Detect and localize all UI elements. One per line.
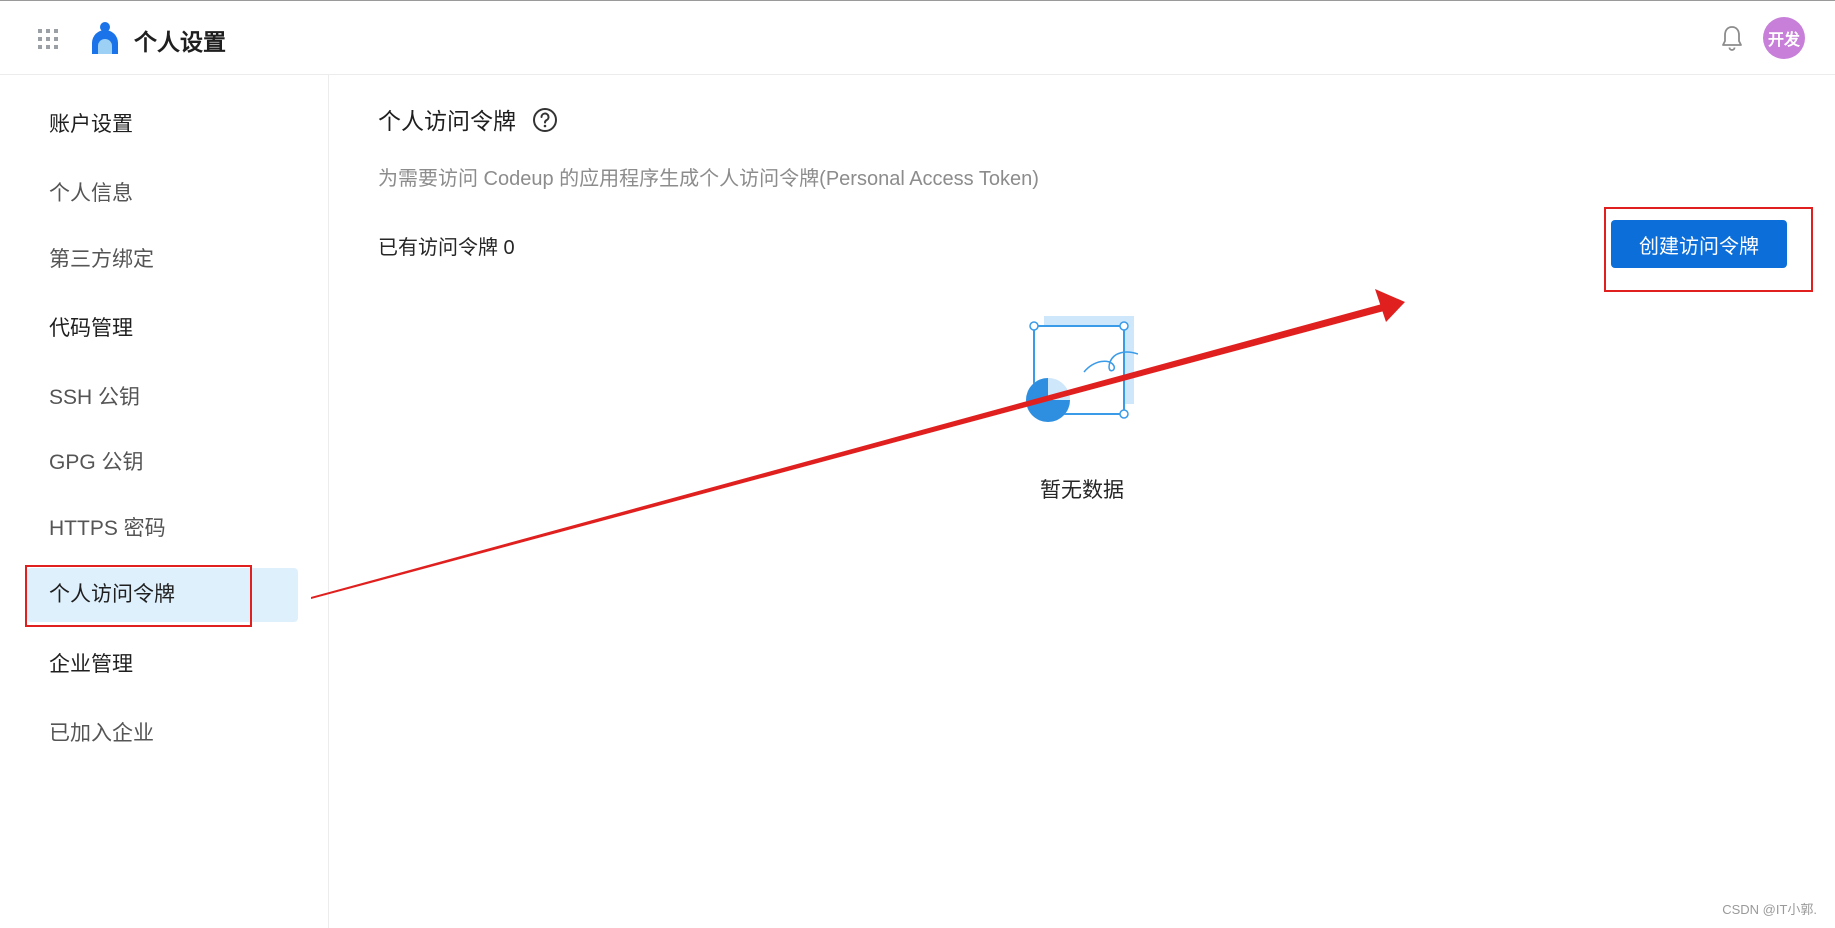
sidebar-item-https-password[interactable]: HTTPS 密码 bbox=[27, 502, 298, 556]
sidebar-group-code-management[interactable]: 代码管理 bbox=[27, 302, 298, 356]
app-title: 个人设置 bbox=[134, 29, 226, 55]
watermark-text: CSDN @IT小郭. bbox=[1722, 902, 1817, 917]
sidebar-group-account-settings[interactable]: 账户设置 bbox=[27, 98, 298, 152]
sidebar-item-third-party-binding[interactable]: 第三方绑定 bbox=[27, 233, 298, 287]
question-circle-icon[interactable] bbox=[532, 107, 558, 133]
token-count-label: 已有访问令牌 0 bbox=[378, 237, 515, 259]
user-profile-logo-icon bbox=[92, 22, 118, 54]
sidebar-group-enterprise-management[interactable]: 企业管理 bbox=[27, 638, 298, 692]
annotation-arrowhead bbox=[1375, 289, 1405, 322]
annotation-arrow bbox=[311, 304, 1384, 599]
create-access-token-button[interactable]: 创建访问令牌 bbox=[1611, 220, 1787, 268]
sidebar-item-personal-info[interactable]: 个人信息 bbox=[27, 167, 298, 221]
sidebar-item-joined-enterprises[interactable]: 已加入企业 bbox=[27, 707, 298, 761]
empty-data-illustration-icon bbox=[1026, 316, 1138, 422]
sidebar-item-personal-access-token[interactable]: 个人访问令牌 bbox=[27, 568, 298, 622]
page-description: 为需要访问 Codeup 的应用程序生成个人访问令牌(Personal Acce… bbox=[378, 168, 1039, 190]
bell-icon[interactable] bbox=[1720, 24, 1744, 52]
user-avatar[interactable]: 开发 bbox=[1763, 17, 1805, 59]
empty-data-text: 暂无数据 bbox=[1040, 479, 1124, 502]
grid-dots-icon[interactable] bbox=[36, 27, 60, 51]
top-header: 个人设置 开发 bbox=[0, 0, 1835, 75]
sidebar-item-gpg-key[interactable]: GPG 公钥 bbox=[27, 436, 298, 490]
sidebar-item-ssh-key[interactable]: SSH 公钥 bbox=[27, 371, 298, 425]
page-title: 个人访问令牌 bbox=[378, 108, 516, 134]
settings-sidebar: 账户设置 个人信息 第三方绑定 代码管理 SSH 公钥 GPG 公钥 HTTPS… bbox=[0, 75, 329, 928]
